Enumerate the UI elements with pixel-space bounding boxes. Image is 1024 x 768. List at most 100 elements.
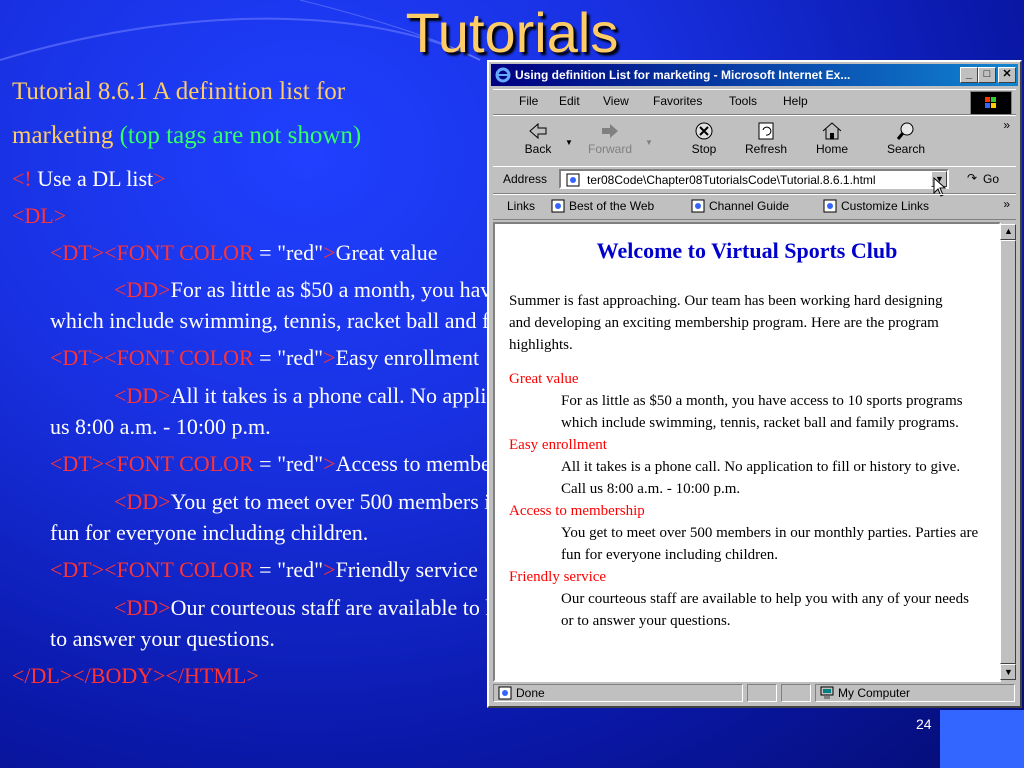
standard-toolbar: Back ▼ Forward ▼ Stop Refresh Home Searc…: [493, 115, 1016, 167]
search-icon: [896, 122, 914, 140]
chevron-down-icon: ▼: [1004, 667, 1013, 677]
code-line: marketing (top tags are not shown): [12, 122, 361, 150]
definition-list: Great value For as little as $50 a month…: [509, 368, 979, 632]
definition: For as little as $50 a month, you have a…: [561, 393, 963, 431]
code-segment: <DT><FONT COLOR: [50, 557, 254, 582]
code-segment: >: [323, 557, 336, 582]
term: Access to membership: [509, 503, 645, 519]
status-pane: Done: [493, 684, 743, 702]
zone-pane: My Computer: [815, 684, 1015, 702]
code-line: to answer your questions.: [50, 626, 275, 652]
forward-label: Forward: [587, 142, 632, 156]
forward-arrow-icon: [602, 124, 618, 138]
scroll-down-button[interactable]: ▼: [1000, 664, 1016, 680]
address-value: ter08Code\Chapter08TutorialsCode\Tutoria…: [587, 173, 876, 187]
code-segment: to answer your questions.: [50, 626, 275, 651]
address-input[interactable]: ter08Code\Chapter08TutorialsCode\Tutoria…: [559, 169, 949, 189]
scroll-thumb[interactable]: [1000, 240, 1016, 664]
go-button[interactable]: Go: [983, 172, 999, 186]
menu-help[interactable]: Help: [783, 94, 808, 108]
forward-dropdown-icon[interactable]: ▼: [645, 138, 653, 147]
status-pane: [781, 684, 811, 702]
link-best-of-web[interactable]: Best of the Web: [551, 199, 654, 213]
maximize-button[interactable]: □: [978, 67, 996, 83]
back-dropdown-icon[interactable]: ▼: [565, 138, 573, 147]
code-segment: <DD>: [114, 595, 171, 620]
link-customize-links[interactable]: Customize Links: [823, 199, 929, 213]
close-button[interactable]: ✕: [998, 67, 1016, 83]
code-segment: fun for everyone including children.: [50, 520, 369, 545]
link-label: Channel Guide: [709, 199, 790, 213]
page-icon: [823, 199, 837, 213]
code-line: <! Use a DL list>: [12, 166, 166, 192]
code-segment: Great value: [335, 240, 438, 265]
address-label: Address: [503, 172, 548, 186]
code-segment: </DL></BODY></HTML>: [12, 663, 259, 688]
code-line: fun for everyone including children.: [50, 520, 368, 546]
minimize-button[interactable]: _: [960, 67, 978, 83]
code-segment: = "red": [253, 240, 324, 265]
refresh-icon: [758, 122, 774, 140]
status-bar: Done My Computer: [493, 684, 1016, 704]
code-line: us 8:00 a.m. - 10:00 p.m.: [50, 414, 271, 440]
link-label: Customize Links: [841, 199, 930, 213]
menu-edit[interactable]: Edit: [559, 94, 580, 108]
menu-bar: File Edit View Favorites Tools Help: [493, 89, 1016, 115]
code-segment: <!: [12, 166, 32, 191]
browser-window: Using definition List for marketing - Mi…: [487, 60, 1022, 708]
intro-paragraph: Summer is fast approaching. Our team has…: [509, 293, 943, 353]
link-label: Best of the Web: [569, 199, 655, 213]
browser-title: Using definition List for marketing - Mi…: [515, 68, 851, 82]
stop-icon: [695, 122, 713, 140]
search-button[interactable]: Search: [881, 119, 931, 156]
page-icon: [566, 173, 580, 187]
code-line: <DT><FONT COLOR = "red">Easy enrollment: [50, 345, 479, 371]
code-segment: marketing: [12, 122, 120, 149]
vertical-scrollbar[interactable]: ▲ ▼: [1000, 224, 1016, 680]
computer-icon: [820, 686, 834, 699]
code-line: Tutorial 8.6.1 A definition list for: [12, 78, 345, 106]
code-segment: <DD>: [114, 277, 171, 302]
code-segment: >: [323, 345, 336, 370]
slide-number: 24: [916, 716, 932, 732]
chevron-up-icon: ▲: [1004, 226, 1013, 236]
go-arrow-icon[interactable]: ↷: [967, 171, 977, 185]
menu-file[interactable]: File: [519, 94, 538, 108]
page-content: Welcome to Virtual Sports Club Summer is…: [493, 222, 1001, 682]
links-label[interactable]: Links: [507, 199, 535, 213]
scroll-up-button[interactable]: ▲: [1000, 224, 1016, 240]
links-bar: Links Best of the Web Channel Guide Cust…: [493, 194, 1016, 220]
page-icon: [691, 199, 705, 213]
code-segment: <DT><FONT COLOR: [50, 451, 254, 476]
status-pane: [747, 684, 777, 702]
links-chevron-icon[interactable]: »: [1003, 197, 1010, 211]
home-button[interactable]: Home: [807, 119, 857, 156]
back-arrow-icon: [529, 122, 547, 140]
code-segment: <DD>: [114, 489, 171, 514]
code-segment: >: [323, 240, 336, 265]
toolbar-chevron-icon[interactable]: »: [1003, 118, 1010, 132]
menu-view[interactable]: View: [603, 94, 629, 108]
home-label: Home: [815, 142, 848, 156]
code-line: </DL></BODY></HTML>: [12, 663, 259, 689]
browser-titlebar[interactable]: Using definition List for marketing - Mi…: [491, 64, 1018, 86]
code-segment: = "red": [253, 557, 324, 582]
code-segment: Tutorial 8.6.1 A definition list for: [12, 78, 346, 105]
back-button[interactable]: Back: [513, 119, 563, 156]
menu-tools[interactable]: Tools: [729, 94, 757, 108]
definition: All it takes is a phone call. No applica…: [561, 459, 961, 497]
stop-button[interactable]: Stop: [679, 119, 729, 156]
page-icon: [498, 686, 512, 700]
link-channel-guide[interactable]: Channel Guide: [691, 199, 789, 213]
address-bar: Address ter08Code\Chapter08TutorialsCode…: [493, 166, 1016, 197]
refresh-button[interactable]: Refresh: [741, 119, 791, 156]
menu-favorites[interactable]: Favorites: [653, 94, 702, 108]
definition: Our courteous staff are available to hel…: [561, 591, 969, 629]
forward-button[interactable]: Forward: [585, 119, 635, 156]
code-segment: us 8:00 a.m. - 10:00 p.m.: [50, 414, 271, 439]
windows-logo-icon: [970, 91, 1012, 115]
code-segment: Use a DL list: [31, 166, 154, 191]
term: Easy enrollment: [509, 437, 607, 453]
page-icon: [551, 199, 565, 213]
stop-label: Stop: [691, 142, 717, 156]
